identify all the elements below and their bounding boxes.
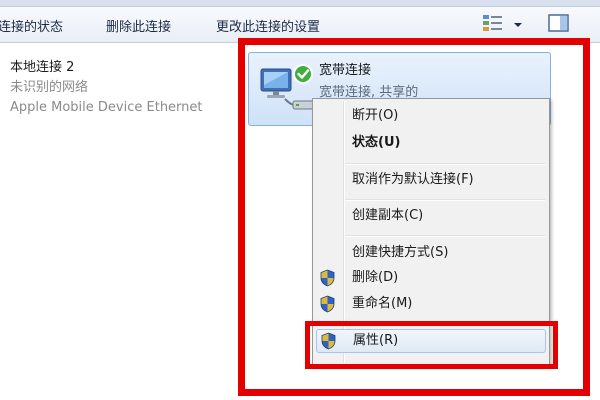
menu-separator — [345, 199, 545, 201]
local-connection-item[interactable]: 本地连接 2 未识别的网络 Apple Mobile Device Ethern… — [10, 58, 203, 118]
menu-item-label: 属性(R) — [353, 333, 399, 348]
command-bar: 连接的状态 删除此连接 更改此连接的设置 — [0, 0, 600, 43]
menu-item-properties[interactable]: 属性(R) — [316, 329, 546, 353]
connection-status: 未识别的网络 — [10, 80, 89, 95]
menu-item-label: 创建副本(C) — [352, 208, 424, 223]
menu-item-label: 删除(D) — [352, 270, 399, 285]
delete-connection-button[interactable]: 删除此连接 — [106, 16, 171, 35]
menu-separator — [345, 321, 545, 323]
window-top-edge — [0, 0, 600, 7]
menu-item-status[interactable]: 状态(U) — [313, 131, 549, 155]
menu-item-label: 断开(O) — [352, 108, 399, 123]
network-connection-icon — [260, 64, 314, 110]
menu-item-label: 取消作为默认连接(F) — [352, 172, 474, 187]
menu-separator — [345, 163, 545, 165]
adapter-name: Apple Mobile Device Ethernet — [10, 100, 203, 115]
uac-shield-icon — [321, 332, 336, 350]
view-options-icon[interactable] — [482, 14, 504, 32]
menu-item-delete[interactable]: 删除(D) — [313, 266, 549, 290]
menu-item-label: 重命名(M) — [352, 296, 413, 311]
menu-item-label: 状态(U) — [352, 135, 401, 150]
menu-item-cancel-default[interactable]: 取消作为默认连接(F) — [313, 168, 549, 192]
menu-item-disconnect[interactable]: 断开(O) — [313, 104, 549, 128]
menu-item-create-copy[interactable]: 创建副本(C) — [313, 204, 549, 228]
uac-shield-icon — [320, 295, 335, 313]
preview-pane-icon[interactable] — [548, 14, 570, 32]
connection-name: 宽带连接 — [319, 63, 372, 78]
uac-shield-icon — [320, 269, 335, 287]
menu-separator — [345, 235, 545, 237]
menu-item-rename[interactable]: 重命名(M) — [313, 292, 549, 316]
view-status-button[interactable]: 连接的状态 — [0, 16, 63, 35]
connection-name: 本地连接 2 — [10, 60, 75, 75]
context-menu: 断开(O) 状态(U) 取消作为默认连接(F) 创建副本(C) 创建快捷方式(S… — [312, 98, 550, 366]
change-settings-button[interactable]: 更改此连接的设置 — [216, 16, 320, 35]
menu-item-label: 创建快捷方式(S) — [352, 245, 449, 260]
menu-item-create-shortcut[interactable]: 创建快捷方式(S) — [313, 241, 549, 265]
chevron-down-icon[interactable] — [513, 22, 523, 28]
